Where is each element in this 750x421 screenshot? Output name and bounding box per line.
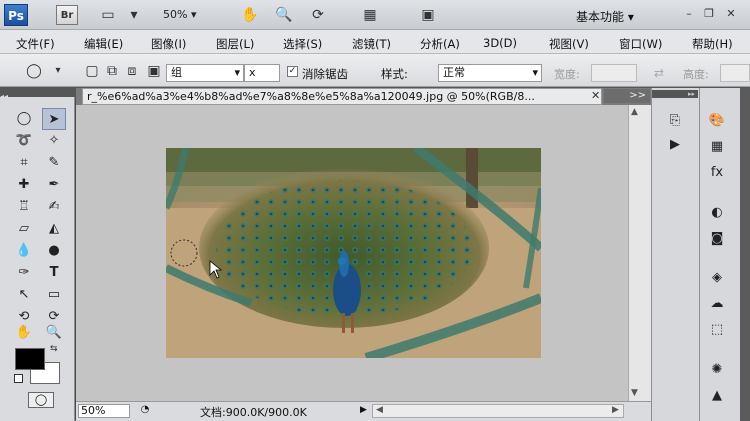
channels-panel-icon[interactable]: ☁ [705, 294, 729, 314]
bridge-button[interactable]: Br [56, 5, 78, 25]
healing-brush-icon[interactable]: ✚ [12, 174, 36, 196]
status-zoom-field[interactable]: 50% [78, 404, 130, 418]
type-tool-icon[interactable]: T [42, 262, 66, 284]
document-close-icon[interactable]: ✕ [591, 89, 602, 103]
menu-select[interactable]: 选择(S) [283, 36, 322, 52]
histogram-panel-icon[interactable]: ▲ [705, 386, 729, 406]
path-selection-icon[interactable]: ↖ [12, 284, 36, 306]
style-select[interactable]: 正常 ▾ [438, 64, 542, 82]
ellipse-marquee-icon[interactable]: ◯ [24, 61, 44, 81]
menu-3d[interactable]: 3D(D) [483, 36, 517, 50]
menu-window[interactable]: 窗口(W) [619, 36, 662, 52]
menu-bar: 文件(F) 编辑(E) 图像(I) 图层(L) 选择(S) 滤镜(T) 分析(A… [0, 30, 750, 54]
quick-mask-icon[interactable]: ◯ [28, 392, 54, 408]
masks-panel-icon[interactable]: ◙ [705, 229, 729, 249]
eraser-icon[interactable]: ▱ [12, 218, 36, 240]
hand-tool-icon[interactable]: ✋ [240, 5, 260, 25]
vertical-scrollbar[interactable] [628, 105, 651, 401]
screen-mode-icon[interactable]: ▣ [418, 5, 438, 25]
foreground-color-swatch[interactable] [15, 348, 45, 370]
intersect-selection-icon[interactable]: ▣ [144, 61, 164, 81]
tabs-overflow-button[interactable]: >> [604, 89, 650, 103]
history-brush-icon[interactable]: ✍ [42, 196, 66, 218]
photoshop-logo: Ps [4, 4, 28, 26]
magic-wand-icon[interactable]: ✧ [42, 130, 66, 152]
menu-image[interactable]: 图像(I) [151, 36, 186, 52]
layers-panel-icon[interactable]: ◈ [705, 268, 729, 288]
lasso-tool-icon[interactable]: ➰ [12, 130, 36, 152]
paths-panel-icon[interactable]: ⬚ [705, 320, 729, 340]
swatches-panel-icon[interactable]: ▦ [705, 137, 729, 157]
zoom-tool-icon-toolbox[interactable]: 🔍 [42, 322, 66, 344]
feather-unit: x [244, 64, 280, 82]
collapse-toolbox-icon[interactable]: ◂◂ [0, 92, 10, 101]
dodge-tool-icon[interactable]: ● [42, 240, 66, 262]
rectangle-shape-icon[interactable]: ▭ [42, 284, 66, 306]
arrange-documents-icon[interactable]: ▦ [360, 5, 380, 25]
document-image[interactable] [166, 148, 541, 358]
workspace-switcher[interactable]: 基本功能 ▾ [576, 8, 634, 25]
paint-bucket-icon[interactable]: ◭ [42, 218, 66, 240]
menu-file[interactable]: 文件(F) [16, 36, 55, 52]
scroll-down-icon[interactable]: ▼ [631, 388, 638, 398]
zoom-level-dropdown[interactable]: 50% ▾ [163, 8, 196, 21]
menu-analysis[interactable]: 分析(A) [420, 36, 460, 52]
zoom-tool-icon[interactable]: 🔍 [274, 5, 294, 25]
peacock-photo [166, 148, 541, 358]
actions-panel-icon[interactable]: ▶ [663, 135, 687, 155]
hand-tool-icon-toolbox[interactable]: ✋ [12, 322, 36, 344]
menu-help[interactable]: 帮助(H) [692, 36, 733, 52]
move-tool-icon[interactable]: ➤ [42, 108, 66, 130]
adjustments-panel-icon[interactable]: ◐ [705, 203, 729, 223]
width-label: 宽度: [554, 68, 580, 81]
swap-colors-icon[interactable]: ⇆ [50, 344, 58, 354]
tool-preset-dropdown-icon[interactable]: ▾ [48, 61, 68, 81]
status-menu-arrow-icon[interactable]: ▶ [360, 405, 367, 415]
scroll-left-icon[interactable]: ◀ [376, 405, 383, 415]
new-selection-icon[interactable]: ▢ [82, 61, 102, 81]
feather-input[interactable]: 组 ▾ [166, 64, 244, 82]
application-bar: Ps Br ▭ ▾ 50% ▾ ✋ 🔍 ⟳ ▦ ▣ 基本功能 ▾ – ❐ ✕ [0, 0, 750, 30]
restore-icon[interactable]: ❐ [700, 6, 718, 22]
status-info-icon[interactable]: ◔ [138, 404, 152, 418]
width-input[interactable] [591, 64, 637, 82]
antialias-checkbox[interactable]: ✓ [287, 66, 298, 77]
color-panel-icon[interactable]: 🎨 [705, 111, 729, 131]
close-icon[interactable]: ✕ [722, 6, 740, 22]
crop-tool-icon[interactable]: ⌗ [12, 152, 36, 174]
menu-view[interactable]: 视图(V) [549, 36, 589, 52]
launch-mini-bridge-icon[interactable]: ▭ [98, 5, 118, 25]
clone-stamp-icon[interactable]: ♖ [12, 196, 36, 218]
status-document-size: 文档:900.0K/900.0K [200, 406, 307, 419]
minimize-icon[interactable]: – [680, 6, 698, 22]
styles-panel-icon[interactable]: fx [705, 163, 729, 183]
panel-edge [740, 88, 750, 421]
horizontal-scrollbar[interactable] [372, 404, 624, 418]
panel-dock-collapse[interactable]: ▸▸ [652, 90, 698, 98]
style-label: 样式: [381, 67, 408, 81]
eyedropper-icon[interactable]: ✎ [42, 152, 66, 174]
default-colors-icon[interactable] [14, 374, 23, 383]
brush-tool-icon[interactable]: ✒ [42, 174, 66, 196]
document-tab[interactable]: r_%e6%ad%a3%e4%b8%ad%e7%a8%8e%e5%8a%a120… [82, 88, 602, 105]
view-extras-icon[interactable]: ▾ [124, 5, 144, 25]
menu-edit[interactable]: 编辑(E) [84, 36, 123, 52]
scroll-right-icon[interactable]: ▶ [612, 405, 619, 415]
pen-tool-icon[interactable]: ✑ [12, 262, 36, 284]
rotate-view-icon[interactable]: ⟳ [308, 5, 328, 25]
height-input[interactable] [720, 64, 750, 82]
history-panel-icon[interactable]: ⎘ [663, 111, 687, 131]
rect-marquee-icon[interactable]: ◯ [12, 108, 36, 130]
menu-filter[interactable]: 滤镜(T) [352, 36, 391, 52]
3d-panel-icon[interactable]: ✺ [705, 360, 729, 380]
swap-dimensions-icon[interactable]: ⇄ [654, 66, 664, 80]
scroll-up-icon[interactable]: ▲ [631, 107, 638, 117]
menu-layer[interactable]: 图层(L) [216, 36, 254, 52]
blur-tool-icon[interactable]: 💧 [12, 240, 36, 262]
height-label: 高度: [683, 68, 709, 81]
subtract-from-selection-icon[interactable]: ⧈ [122, 61, 142, 81]
add-to-selection-icon[interactable]: ⧉ [102, 61, 122, 81]
antialias-label: 消除锯齿 [302, 67, 348, 81]
